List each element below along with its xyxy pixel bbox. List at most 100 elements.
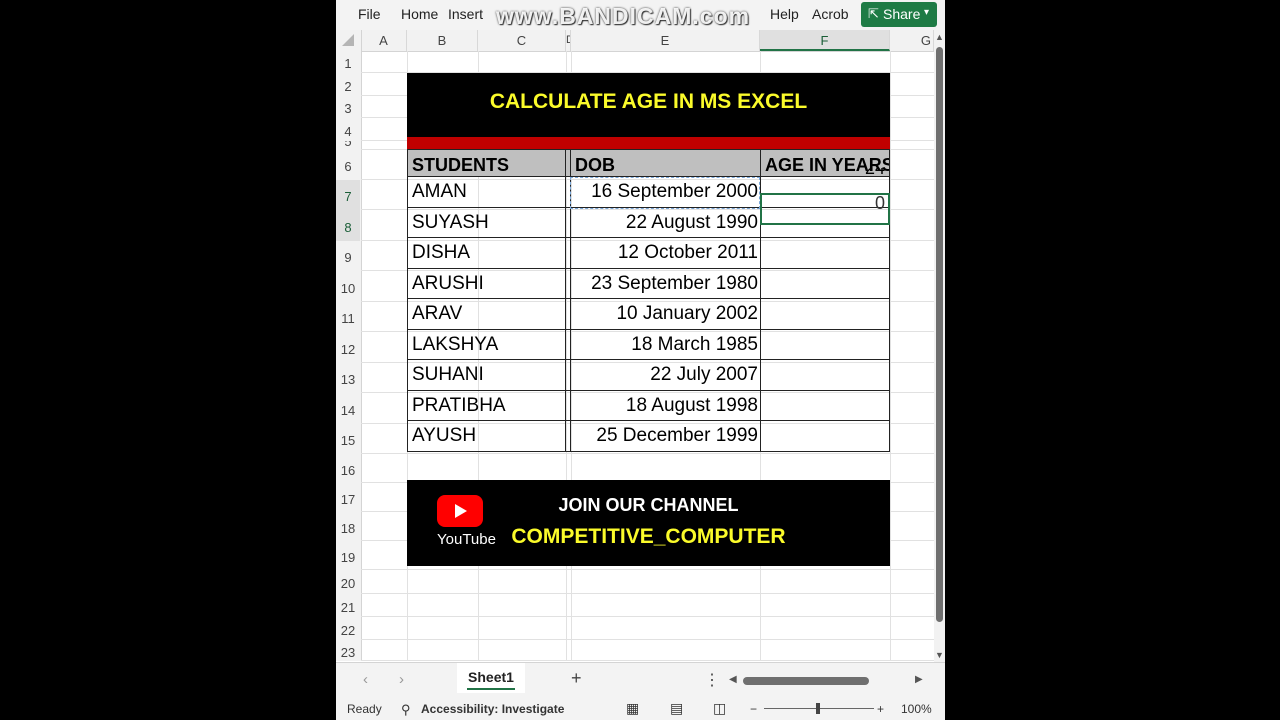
- zoom-out-icon[interactable]: −: [750, 702, 757, 716]
- age-cell[interactable]: [760, 421, 890, 451]
- age-cell[interactable]: [760, 299, 890, 329]
- table-row: AYUSH 25 December 1999: [407, 421, 890, 452]
- row-header[interactable]: 5: [336, 141, 360, 150]
- dob-cell[interactable]: 23 September 1980: [570, 268, 760, 298]
- row-header[interactable]: 11: [336, 302, 360, 332]
- scroll-up-icon[interactable]: ▲: [935, 32, 944, 42]
- row-header[interactable]: 10: [336, 271, 360, 302]
- scroll-left-icon[interactable]: ◀: [729, 674, 737, 685]
- column-header-b[interactable]: B: [407, 30, 478, 51]
- menu-file[interactable]: File: [358, 6, 381, 22]
- dob-cell[interactable]: 12 October 2011: [570, 238, 760, 268]
- vertical-scroll-thumb[interactable]: [936, 47, 943, 622]
- menu-insert[interactable]: Insert: [448, 6, 483, 22]
- vertical-scrollbar[interactable]: ▲ ▼: [934, 30, 945, 662]
- row-header[interactable]: 17: [336, 483, 360, 512]
- age-cell[interactable]: [760, 238, 890, 268]
- row-header[interactable]: 8: [336, 210, 360, 241]
- row-header[interactable]: 16: [336, 454, 360, 483]
- row-header[interactable]: 13: [336, 363, 360, 393]
- row-header[interactable]: 15: [336, 424, 360, 454]
- row-header[interactable]: 21: [336, 594, 360, 617]
- title-underline-band: [407, 137, 890, 149]
- dob-cell[interactable]: 10 January 2002: [570, 299, 760, 329]
- student-name-cell[interactable]: ARUSHI: [407, 268, 566, 298]
- status-bar: Ready ⚲ Accessibility: Investigate ▦ ▤ ◫…: [336, 697, 945, 720]
- row-header[interactable]: 9: [336, 241, 360, 271]
- dob-cell[interactable]: 22 August 1990: [570, 207, 760, 237]
- row-header[interactable]: 4: [336, 118, 360, 141]
- grid-column-line: [890, 51, 891, 661]
- select-all-corner[interactable]: [336, 30, 362, 51]
- share-button[interactable]: ⇱ Share ▾: [861, 2, 937, 27]
- row-header[interactable]: 6: [336, 150, 360, 180]
- menu-help[interactable]: Help: [770, 6, 799, 22]
- play-icon: [455, 504, 467, 518]
- age-cell[interactable]: [760, 329, 890, 359]
- row-header[interactable]: 3: [336, 96, 360, 118]
- channel-banner: YouTube JOIN OUR CHANNEL COMPETITIVE_COM…: [407, 480, 890, 566]
- row-header[interactable]: 2: [336, 73, 360, 96]
- youtube-icon: [437, 495, 483, 527]
- student-name-cell[interactable]: SUHANI: [407, 360, 566, 390]
- page-break-view-icon[interactable]: ◫: [713, 700, 726, 717]
- zoom-in-icon[interactable]: +: [877, 702, 884, 716]
- row-header[interactable]: 23: [336, 640, 360, 661]
- column-header-f[interactable]: F: [760, 30, 890, 51]
- table-row: ARAV 10 January 2002: [407, 299, 890, 330]
- age-cell[interactable]: [760, 268, 890, 298]
- menu-home[interactable]: Home: [401, 6, 438, 22]
- student-name-cell[interactable]: SUYASH: [407, 207, 566, 237]
- zoom-level[interactable]: 100%: [901, 702, 932, 716]
- add-sheet-button[interactable]: +: [571, 668, 582, 689]
- normal-view-icon[interactable]: ▦: [626, 700, 639, 717]
- dob-cell[interactable]: 18 March 1985: [570, 329, 760, 359]
- next-sheet-icon[interactable]: ›: [399, 671, 404, 688]
- column-header-c[interactable]: C: [478, 30, 566, 51]
- accessibility-status[interactable]: Accessibility: Investigate: [421, 702, 564, 716]
- channel-name: COMPETITIVE_COMPUTER: [511, 525, 786, 548]
- student-name-cell[interactable]: PRATIBHA: [407, 390, 566, 420]
- column-header-g[interactable]: G: [890, 30, 934, 51]
- more-options-icon[interactable]: ⋮: [704, 670, 720, 690]
- row-header[interactable]: 22: [336, 617, 360, 640]
- previous-sheet-icon[interactable]: ‹: [363, 671, 368, 688]
- row-header[interactable]: 14: [336, 393, 360, 424]
- column-header-e[interactable]: E: [571, 30, 760, 51]
- dob-cell[interactable]: 22 July 2007: [570, 360, 760, 390]
- sheet-title: CALCULATE AGE IN MS EXCEL: [407, 73, 890, 137]
- menu-acrobat[interactable]: Acrob: [812, 6, 849, 22]
- column-header-a[interactable]: A: [361, 30, 407, 51]
- scroll-right-icon[interactable]: ▶: [915, 674, 923, 685]
- page-layout-view-icon[interactable]: ▤: [670, 700, 683, 717]
- excel-window: File Home Insert Help Acrob ⇱ Share ▾ ww…: [336, 0, 945, 720]
- row-header[interactable]: 7: [336, 180, 360, 210]
- age-cell[interactable]: [760, 360, 890, 390]
- student-name-cell[interactable]: AMAN: [407, 177, 566, 207]
- tab-sheet1[interactable]: Sheet1: [457, 663, 525, 693]
- scroll-down-icon[interactable]: ▼: [935, 650, 944, 660]
- zoom-slider-thumb[interactable]: [816, 703, 820, 714]
- header-dob[interactable]: DOB: [570, 150, 760, 176]
- horizontal-scroll-thumb[interactable]: [743, 677, 869, 685]
- header-students[interactable]: STUDENTS: [407, 150, 566, 176]
- share-label: Share: [883, 6, 921, 22]
- row-header[interactable]: 20: [336, 570, 360, 594]
- row-header[interactable]: 19: [336, 541, 360, 570]
- student-name-cell[interactable]: LAKSHYA: [407, 329, 566, 359]
- horizontal-scrollbar[interactable]: ◀ ▶: [729, 674, 929, 688]
- age-cell-value[interactable]: 0: [833, 193, 885, 214]
- table-row: DISHA 12 October 2011: [407, 238, 890, 269]
- row-header[interactable]: 12: [336, 332, 360, 363]
- row-header[interactable]: 1: [336, 51, 360, 73]
- table-row: SUHANI 22 July 2007: [407, 360, 890, 391]
- student-name-cell[interactable]: DISHA: [407, 238, 566, 268]
- bandicam-watermark: www.BANDICAM.com: [496, 3, 751, 29]
- dob-cell[interactable]: 25 December 1999: [570, 421, 760, 451]
- dob-cell[interactable]: 18 August 1998: [570, 390, 760, 420]
- student-name-cell[interactable]: AYUSH: [407, 421, 566, 451]
- age-cell[interactable]: [760, 390, 890, 420]
- age-cell-overflow: 24: [864, 168, 885, 178]
- student-name-cell[interactable]: ARAV: [407, 299, 566, 329]
- row-header[interactable]: 18: [336, 512, 360, 541]
